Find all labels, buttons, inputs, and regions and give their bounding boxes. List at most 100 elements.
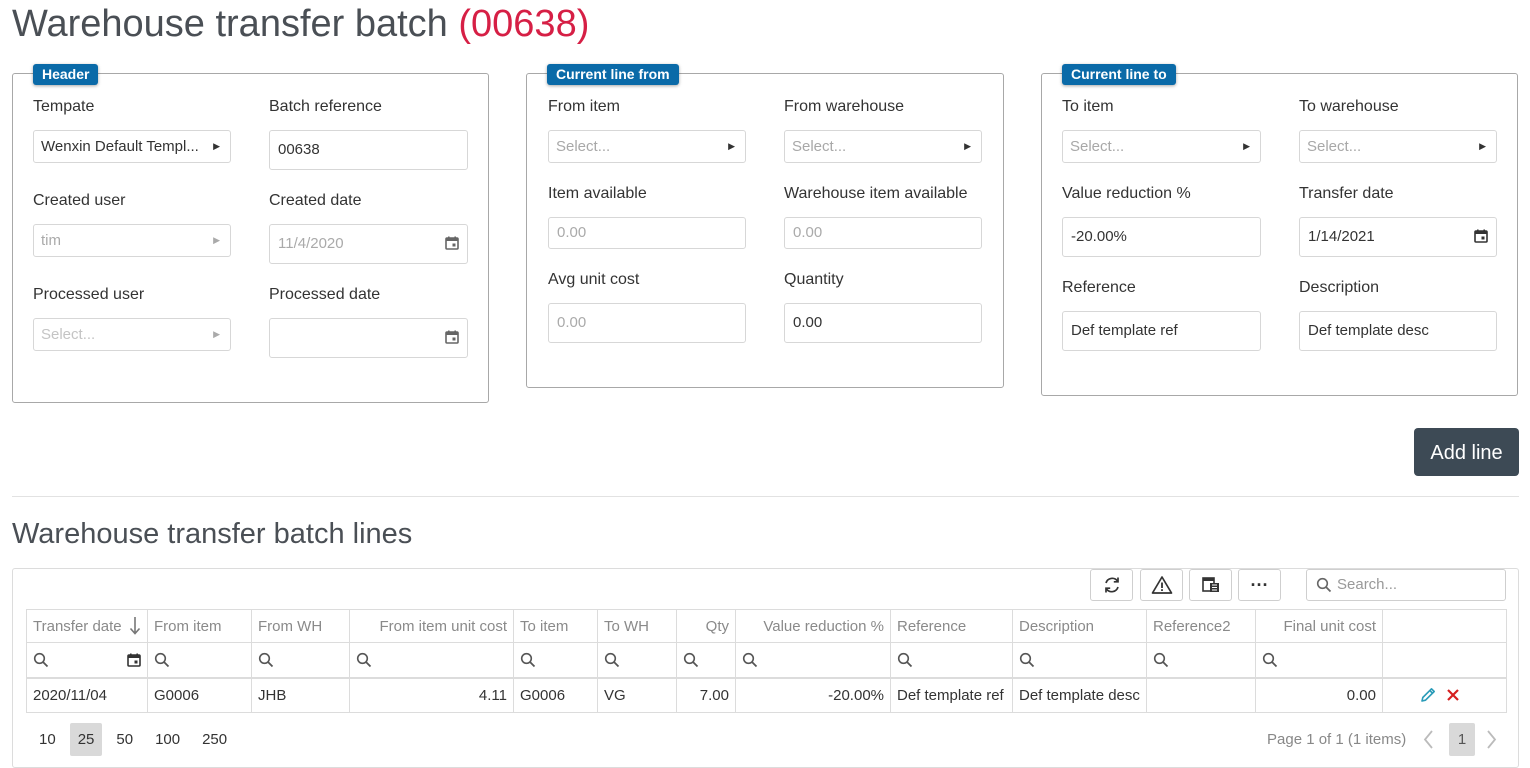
col-header-from-item[interactable]: From item: [147, 609, 252, 643]
page-size-option[interactable]: 250: [194, 723, 235, 756]
col-header-label: From item unit cost: [379, 617, 507, 635]
current-line-from-panel: Current line from From item From warehou…: [526, 64, 1004, 388]
refresh-button[interactable]: [1090, 569, 1133, 601]
prev-page-icon[interactable]: [1421, 723, 1437, 756]
to-item-select[interactable]: Select... ▶: [1062, 130, 1261, 163]
filter-cell-to-wh[interactable]: [597, 642, 677, 678]
caret-right-icon: ▶: [213, 141, 220, 151]
edit-icon[interactable]: [1419, 686, 1437, 704]
col-header-value-reduction[interactable]: Value reduction %: [735, 609, 891, 643]
transfer-date-input[interactable]: 1/14/2021: [1299, 217, 1497, 257]
page-size-option[interactable]: 50: [108, 723, 141, 756]
delete-icon[interactable]: [1445, 687, 1461, 703]
filter-cell-from-item[interactable]: [147, 642, 252, 678]
calendar-icon: [445, 330, 459, 344]
export-button[interactable]: [1189, 569, 1232, 601]
search-icon: [1153, 653, 1169, 668]
grid-search-placeholder: Search...: [1337, 576, 1398, 593]
avg-unit-cost-label: Avg unit cost: [548, 271, 640, 288]
from-item-label: From item: [548, 98, 620, 115]
filter-cell-value-reduction[interactable]: [735, 642, 891, 678]
filter-cell-description[interactable]: [1012, 642, 1147, 678]
cell-from-item: G0006: [147, 676, 252, 713]
calendar-icon[interactable]: [127, 653, 141, 667]
filter-cell-qty[interactable]: [676, 642, 736, 678]
caret-right-icon: ▶: [1243, 141, 1250, 151]
from-warehouse-select[interactable]: Select... ▶: [784, 130, 982, 163]
filter-cell-reference[interactable]: [890, 642, 1013, 678]
col-header-to-item[interactable]: To item: [513, 609, 598, 643]
sort-descending-icon: [129, 617, 141, 635]
page-size-selector: 10 25 50 100 250: [31, 723, 241, 756]
filter-cell-to-item[interactable]: [513, 642, 598, 678]
batch-reference-input[interactable]: 00638: [269, 130, 468, 170]
cell-from-wh: JHB: [251, 676, 350, 713]
warnings-button[interactable]: [1140, 569, 1183, 601]
cell-reference2: [1146, 676, 1256, 713]
page-size-option-active[interactable]: 25: [69, 723, 103, 756]
to-item-label: To item: [1062, 98, 1114, 115]
from-item-placeholder: Select...: [556, 138, 611, 155]
filter-cell-transfer-date[interactable]: [26, 642, 148, 678]
template-select-value: Wenxin Default Templ...: [41, 138, 199, 155]
filter-cell-from-item-unit-cost[interactable]: [349, 642, 514, 678]
page-size-option[interactable]: 100: [147, 723, 188, 756]
col-header-label: To WH: [604, 617, 649, 635]
col-header-qty[interactable]: Qty: [676, 609, 736, 643]
description-input[interactable]: Def template desc: [1299, 311, 1497, 351]
add-line-button[interactable]: Add line: [1414, 428, 1519, 476]
filter-cell-final-unit-cost[interactable]: [1255, 642, 1383, 678]
from-item-select[interactable]: Select... ▶: [548, 130, 746, 163]
reference-value: Def template ref: [1071, 322, 1178, 339]
processed-user-placeholder: Select...: [41, 326, 96, 343]
to-warehouse-select[interactable]: Select... ▶: [1299, 130, 1497, 163]
pager-current-page[interactable]: 1: [1449, 723, 1475, 756]
col-header-to-wh[interactable]: To WH: [597, 609, 677, 643]
template-select[interactable]: Wenxin Default Templ... ▶: [33, 130, 231, 163]
search-icon: [1316, 577, 1332, 593]
filter-cell-from-wh[interactable]: [251, 642, 350, 678]
created-date-value: 11/4/2020: [278, 235, 344, 252]
grid-filter-row: [26, 642, 1507, 678]
calendar-icon[interactable]: [1474, 229, 1488, 243]
search-icon: [258, 653, 274, 668]
page-title: Warehouse transfer batch (00638): [12, 2, 589, 46]
col-header-from-item-unit-cost[interactable]: From item unit cost: [349, 609, 514, 643]
quantity-input[interactable]: 0.00: [784, 303, 982, 343]
col-header-label: From WH: [258, 617, 323, 635]
col-header-transfer-date[interactable]: Transfer date: [26, 609, 148, 643]
created-date-input: 11/4/2020: [269, 224, 468, 264]
filter-cell-reference2[interactable]: [1146, 642, 1256, 678]
more-button[interactable]: ···: [1238, 569, 1281, 601]
col-header-label: From item: [154, 617, 222, 635]
lines-section-title: Warehouse transfer batch lines: [12, 518, 413, 550]
grid-search-input[interactable]: Search...: [1306, 569, 1506, 601]
template-label: Tempate: [33, 98, 95, 115]
caret-right-icon: ▶: [728, 141, 735, 151]
col-header-final-unit-cost[interactable]: Final unit cost: [1255, 609, 1383, 643]
col-header-actions: [1382, 609, 1507, 643]
page-size-option[interactable]: 10: [31, 723, 64, 756]
col-header-reference2[interactable]: Reference2: [1146, 609, 1256, 643]
col-header-description[interactable]: Description: [1012, 609, 1147, 643]
value-reduction-input[interactable]: -20.00%: [1062, 217, 1261, 257]
reference-input[interactable]: Def template ref: [1062, 311, 1261, 351]
value-reduction-label: Value reduction %: [1062, 185, 1191, 202]
search-icon: [154, 653, 170, 668]
next-page-icon[interactable]: [1483, 723, 1499, 756]
from-warehouse-placeholder: Select...: [792, 138, 847, 155]
description-label: Description: [1299, 279, 1380, 296]
col-header-from-wh[interactable]: From WH: [251, 609, 350, 643]
page-title-text: Warehouse transfer batch: [12, 3, 448, 45]
processed-user-select: Select... ▶: [33, 318, 231, 351]
col-header-label: Final unit cost: [1283, 617, 1376, 635]
processed-date-input: [269, 318, 468, 358]
col-header-reference[interactable]: Reference: [890, 609, 1013, 643]
cell-to-wh: VG: [597, 676, 677, 713]
to-warehouse-placeholder: Select...: [1307, 138, 1362, 155]
table-row[interactable]: 2020/11/04 G0006 JHB 4.11 G0006 VG 7.00 …: [26, 676, 1507, 713]
cell-value-reduction: -20.00%: [735, 676, 891, 713]
export-icon: [1201, 577, 1219, 592]
reference-label: Reference: [1062, 279, 1136, 296]
batch-reference-label: Batch reference: [269, 98, 382, 115]
